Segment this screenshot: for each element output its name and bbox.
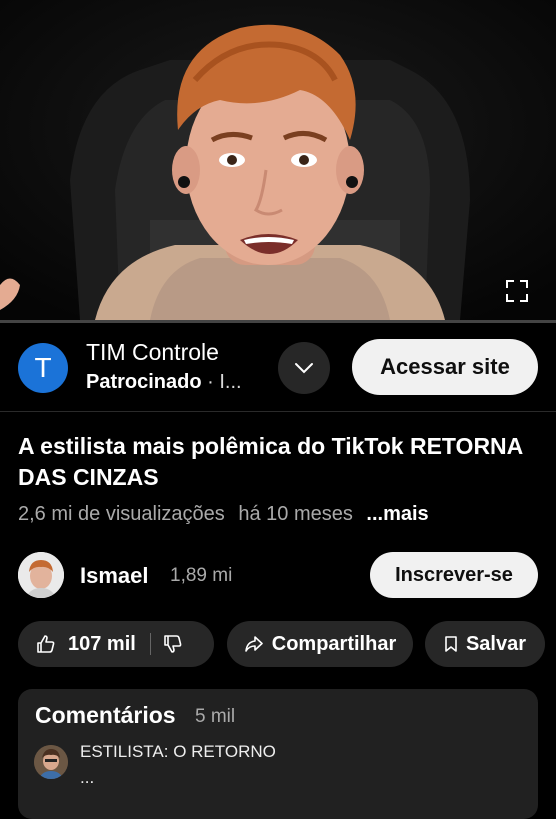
share-icon — [244, 636, 263, 652]
top-comment-line: ESTILISTA: O RETORNO — [80, 742, 276, 761]
commenter-avatar-image — [34, 745, 68, 779]
commenter-avatar — [34, 745, 68, 779]
chevron-down-icon — [295, 363, 313, 374]
subscribe-button[interactable]: Inscrever-se — [370, 552, 538, 598]
sponsored-label: Patrocinado — [86, 371, 202, 393]
thumbs-up-icon[interactable] — [36, 634, 56, 654]
like-divider — [149, 633, 151, 655]
ad-subtitle: Patrocinado · I... — [86, 371, 242, 394]
bookmark-icon — [445, 636, 457, 652]
video-meta[interactable]: 2,6 mi de visualizações há 10 meses ...m… — [18, 503, 429, 526]
ad-subtitle-rest: · I... — [201, 371, 242, 393]
avatar-image — [18, 552, 64, 598]
subscriber-count: 1,89 mi — [170, 565, 233, 586]
ad-logo: T — [18, 343, 68, 393]
comments-count: 5 mil — [195, 706, 236, 727]
top-comment-text: ESTILISTA: O RETORNO ... — [80, 739, 276, 791]
comments-title: Comentários — [35, 702, 176, 728]
ad-title: TIM Controle — [86, 339, 219, 365]
more-link[interactable]: ...mais — [366, 503, 428, 525]
channel-avatar[interactable] — [18, 552, 64, 598]
sponsored-ad-card[interactable]: T TIM Controle Patrocinado · I... Acessa… — [0, 323, 556, 412]
share-button[interactable]: Compartilhar — [227, 621, 413, 667]
visit-site-button[interactable]: Acessar site — [352, 339, 538, 395]
channel-name[interactable]: Ismael — [80, 563, 149, 589]
upload-age: há 10 meses — [238, 503, 353, 525]
view-count: 2,6 mi de visualizações — [18, 503, 225, 525]
video-title[interactable]: A estilista mais polêmica do TikTok RETO… — [18, 431, 538, 493]
like-count: 107 mil — [68, 632, 136, 655]
like-dislike-chip[interactable]: 107 mil — [18, 621, 214, 667]
video-player[interactable] — [0, 0, 556, 320]
save-label: Salvar — [465, 632, 527, 655]
top-comment-ellipsis: ... — [80, 768, 95, 787]
save-button[interactable]: Salvar — [425, 621, 545, 667]
fullscreen-icon[interactable] — [506, 280, 528, 302]
ad-expand-button[interactable] — [278, 342, 330, 394]
share-label: Compartilhar — [271, 632, 397, 655]
thumbs-down-icon[interactable] — [163, 634, 183, 654]
video-frame-thumbnail — [0, 0, 556, 320]
